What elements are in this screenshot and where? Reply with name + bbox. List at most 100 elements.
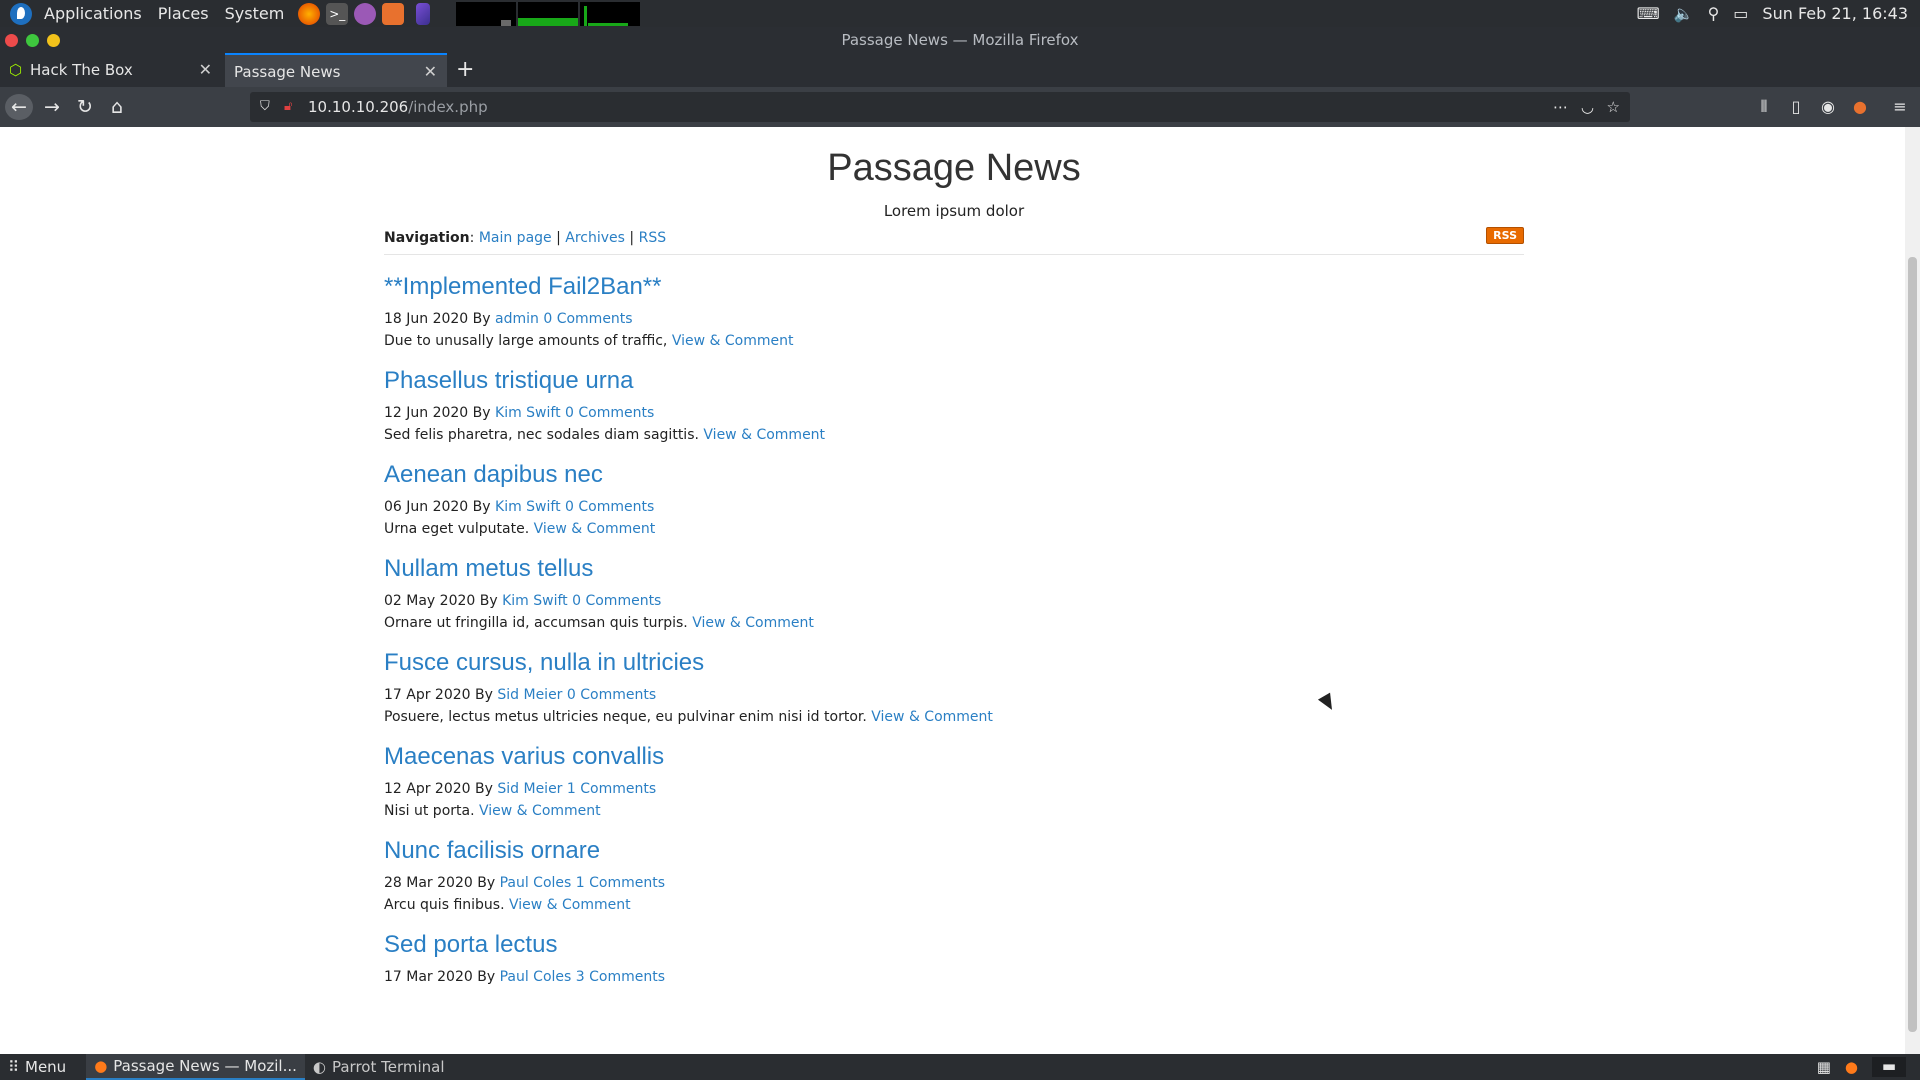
- post-item: Maecenas varius convallis 12 Apr 2020 By…: [384, 743, 1524, 819]
- close-tab-icon[interactable]: ✕: [424, 55, 437, 89]
- post-by-label: By: [479, 593, 498, 609]
- minimize-window-button[interactable]: [47, 34, 60, 47]
- hamburger-menu-icon[interactable]: ≡: [1887, 94, 1913, 120]
- account-icon[interactable]: ◉: [1815, 94, 1841, 120]
- post-comments-link[interactable]: 0 Comments: [565, 405, 654, 421]
- taskbar-menu-label: Menu: [25, 1058, 67, 1076]
- post-author-link[interactable]: Sid Meier: [497, 687, 562, 703]
- view-comment-link[interactable]: View & Comment: [871, 709, 993, 725]
- back-button[interactable]: ←: [5, 94, 33, 120]
- tab-bar: ⬡ Hack The Box ✕ Passage News ✕ +: [0, 53, 1920, 87]
- parrot-logo-icon[interactable]: [10, 2, 32, 25]
- post-author-link[interactable]: Kim Swift: [495, 405, 561, 421]
- post-meta: 17 Mar 2020 By Paul Coles 3 Comments: [384, 969, 1524, 985]
- post-comments-link[interactable]: 0 Comments: [567, 687, 656, 703]
- show-desktop-icon[interactable]: ▬: [1872, 1057, 1906, 1077]
- post-item: Phasellus tristique urna 12 Jun 2020 By …: [384, 367, 1524, 443]
- nav-rss-link[interactable]: RSS: [639, 230, 667, 246]
- applications-menu[interactable]: Applications: [36, 4, 150, 23]
- post-item: **Implemented Fail2Ban** 18 Jun 2020 By …: [384, 273, 1524, 349]
- post-title-link[interactable]: Nullam metus tellus: [384, 555, 593, 582]
- bookmark-star-icon[interactable]: ☆: [1607, 92, 1620, 122]
- site-navigation: Navigation: Main page | Archives | RSS R…: [384, 227, 1524, 255]
- post-title-link[interactable]: Aenean dapibus nec: [384, 461, 603, 488]
- post-title-link[interactable]: Maecenas varius convallis: [384, 743, 664, 770]
- page-actions-icon[interactable]: ⋯: [1553, 92, 1568, 122]
- nav-main-page-link[interactable]: Main page: [479, 230, 552, 246]
- firefox-launcher-icon[interactable]: [298, 2, 321, 25]
- pocket-icon[interactable]: ◡: [1581, 92, 1594, 122]
- reload-button[interactable]: ↻: [71, 94, 99, 120]
- system-menu[interactable]: System: [217, 4, 293, 23]
- library-icon[interactable]: ⫴: [1751, 94, 1777, 120]
- post-title-link[interactable]: Fusce cursus, nulla in ultricies: [384, 649, 704, 676]
- post-title-link[interactable]: Sed porta lectus: [384, 931, 557, 958]
- view-comment-link[interactable]: View & Comment: [672, 333, 794, 349]
- url-path: /index.php: [408, 98, 488, 116]
- volume-icon[interactable]: 🔈: [1674, 4, 1694, 23]
- clock[interactable]: Sun Feb 21, 16:43: [1762, 4, 1908, 23]
- post-title-link[interactable]: Phasellus tristique urna: [384, 367, 633, 394]
- post-title-link[interactable]: Nunc facilisis ornare: [384, 837, 600, 864]
- places-menu[interactable]: Places: [150, 4, 217, 23]
- tab-passage-news[interactable]: Passage News ✕: [225, 53, 447, 87]
- taskbar-menu-button[interactable]: ⠿ Menu: [0, 1054, 74, 1080]
- post-author-link[interactable]: Paul Coles: [500, 969, 572, 985]
- sidebar-icon[interactable]: ▯: [1783, 94, 1809, 120]
- maximize-window-button[interactable]: [26, 34, 39, 47]
- post-author-link[interactable]: Kim Swift: [502, 593, 568, 609]
- display-icon[interactable]: ▭: [1733, 4, 1748, 23]
- post-item: Nullam metus tellus 02 May 2020 By Kim S…: [384, 555, 1524, 631]
- workspace-switcher-icon[interactable]: ▦: [1817, 1058, 1831, 1076]
- url-bar[interactable]: ⛉ 🔓︎ 10.10.10.206/index.php ⋯ ◡ ☆: [250, 92, 1630, 122]
- view-comment-link[interactable]: View & Comment: [479, 803, 601, 819]
- burp-launcher-icon[interactable]: [354, 2, 377, 25]
- rss-badge[interactable]: RSS: [1486, 227, 1524, 244]
- post-author-link[interactable]: admin: [495, 311, 539, 327]
- taskbar-terminal-window[interactable]: ◐ Parrot Terminal: [305, 1054, 453, 1080]
- post-comments-link[interactable]: 0 Comments: [572, 593, 661, 609]
- post-excerpt-text: Due to unusally large amounts of traffic…: [384, 333, 668, 349]
- shield-icon[interactable]: ⛉: [260, 92, 270, 122]
- close-tab-icon[interactable]: ✕: [199, 53, 212, 87]
- post-excerpt-text: Posuere, lectus metus ultricies neque, e…: [384, 709, 867, 725]
- home-button[interactable]: ⌂: [103, 94, 131, 120]
- post-item: Fusce cursus, nulla in ultricies 17 Apr …: [384, 649, 1524, 725]
- page-scrollbar[interactable]: [1905, 127, 1920, 1054]
- post-excerpt: Sed felis pharetra, nec sodales diam sag…: [384, 427, 1524, 443]
- taskbar-firefox-window[interactable]: ● Passage News — Mozil...: [86, 1054, 305, 1080]
- view-comment-link[interactable]: View & Comment: [534, 521, 656, 537]
- network-graph: [580, 1, 641, 26]
- view-comment-link[interactable]: View & Comment: [692, 615, 814, 631]
- insecure-lock-icon[interactable]: 🔓︎: [284, 92, 292, 122]
- tab-hack-the-box[interactable]: ⬡ Hack The Box ✕: [0, 53, 222, 87]
- crystal-launcher-icon[interactable]: [416, 2, 431, 25]
- view-comment-link[interactable]: View & Comment: [703, 427, 825, 443]
- scrollbar-thumb[interactable]: [1908, 257, 1917, 1032]
- memory-graph: [518, 1, 579, 26]
- forward-button[interactable]: →: [38, 94, 66, 120]
- extension-icon[interactable]: ●: [1847, 94, 1873, 120]
- view-comment-link[interactable]: View & Comment: [509, 897, 631, 913]
- post-comments-link[interactable]: 0 Comments: [543, 311, 632, 327]
- sublime-launcher-icon[interactable]: [382, 2, 405, 25]
- post-comments-link[interactable]: 0 Comments: [565, 499, 654, 515]
- post-title-link[interactable]: **Implemented Fail2Ban**: [384, 273, 662, 300]
- taskbar-task-label: Passage News — Mozil...: [113, 1057, 297, 1075]
- post-excerpt: Ornare ut fringilla id, accumsan quis tu…: [384, 615, 1524, 631]
- keyboard-icon[interactable]: ⌨: [1637, 4, 1660, 23]
- nav-archives-link[interactable]: Archives: [565, 230, 625, 246]
- post-by-label: By: [472, 405, 491, 421]
- location-icon[interactable]: ⚲: [1708, 4, 1720, 23]
- post-comments-link[interactable]: 3 Comments: [576, 969, 665, 985]
- terminal-launcher-icon[interactable]: >_: [326, 2, 349, 25]
- post-author-link[interactable]: Sid Meier: [497, 781, 562, 797]
- post-author-link[interactable]: Paul Coles: [500, 875, 572, 891]
- post-author-link[interactable]: Kim Swift: [495, 499, 561, 515]
- tray-firefox-icon[interactable]: ●: [1845, 1058, 1858, 1076]
- post-comments-link[interactable]: 1 Comments: [567, 781, 656, 797]
- cpu-graph: [456, 1, 517, 26]
- new-tab-button[interactable]: +: [450, 53, 480, 87]
- close-window-button[interactable]: [5, 34, 18, 47]
- post-comments-link[interactable]: 1 Comments: [576, 875, 665, 891]
